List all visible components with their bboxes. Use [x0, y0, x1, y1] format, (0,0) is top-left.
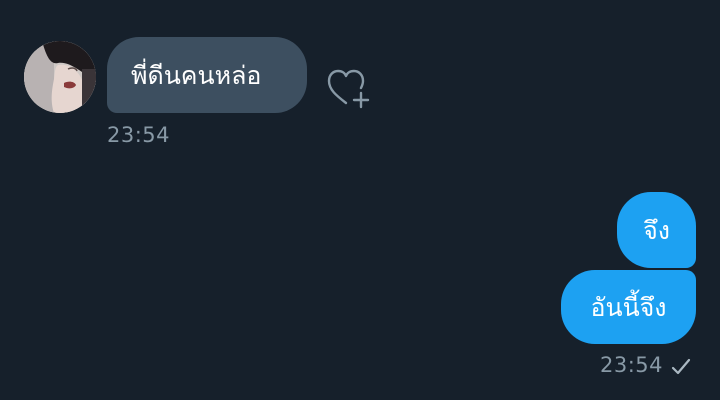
outgoing-message-text: อันนี้จึง [590, 292, 667, 322]
sent-check-icon [670, 357, 692, 377]
outgoing-timestamp: 23:54 [600, 353, 664, 377]
outgoing-message-bubble[interactable]: อันนี้จึง [561, 270, 696, 344]
outgoing-message-bubble[interactable]: จึง [617, 192, 696, 268]
outgoing-message-text: จึง [643, 215, 670, 245]
incoming-message-text: พี่ดีนคนหล่อ [131, 60, 262, 90]
heart-plus-icon[interactable] [325, 66, 373, 110]
contact-avatar[interactable] [24, 41, 96, 113]
incoming-message-bubble[interactable]: พี่ดีนคนหล่อ [107, 37, 307, 113]
incoming-timestamp: 23:54 [107, 123, 171, 147]
